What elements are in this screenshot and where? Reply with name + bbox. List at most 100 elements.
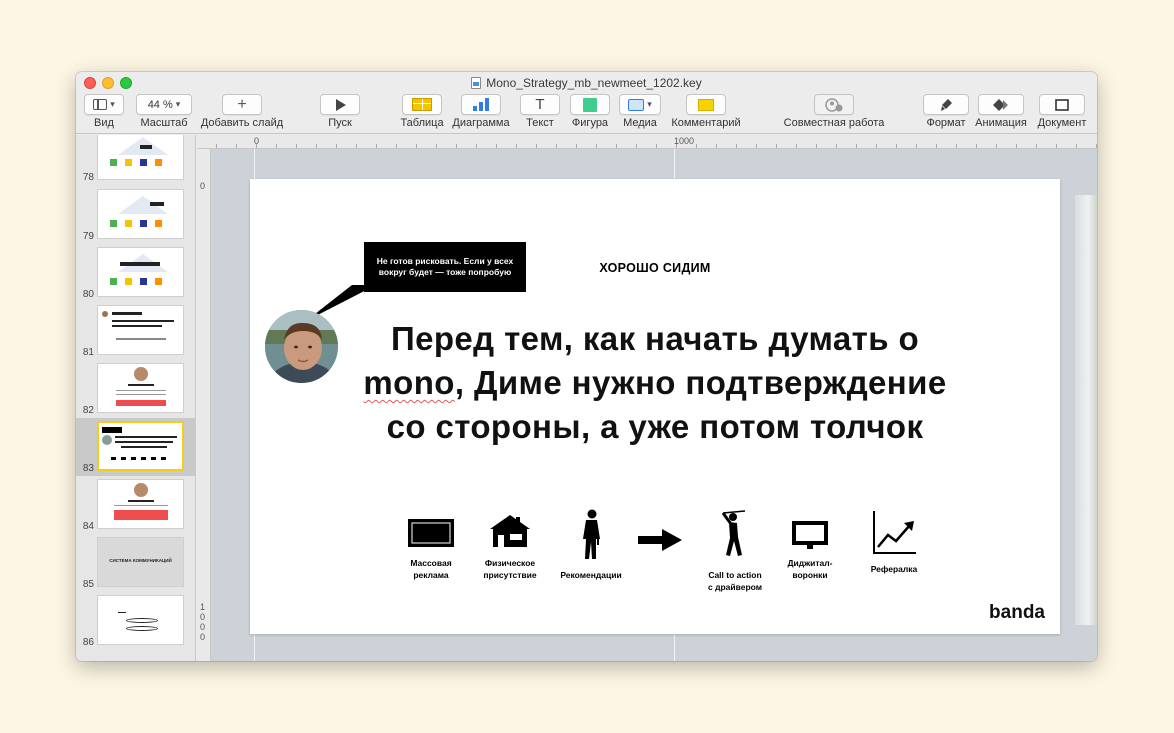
add-slide-button[interactable]: +	[222, 94, 262, 115]
document-title: Mono_Strategy_mb_newmeet_1202.key	[76, 76, 1097, 90]
slide-number: 81	[82, 347, 94, 358]
animate-diamond-icon	[993, 98, 1008, 111]
document-icon	[1055, 98, 1069, 111]
slide-thumbnail[interactable]: СИСТЕМА КОММУНИКАЦИЙ	[97, 537, 184, 587]
channel-label: Массовая	[410, 558, 452, 568]
animate-label: Анимация	[975, 117, 1027, 129]
keynote-document-icon	[471, 77, 482, 89]
play-icon	[335, 98, 346, 111]
horizontal-ruler: 0 1000	[197, 135, 1097, 149]
person-icon	[583, 509, 600, 559]
comment-icon	[698, 98, 714, 111]
table-label: Таблица	[400, 117, 444, 129]
arrow-right-icon	[638, 529, 682, 551]
format-button[interactable]	[923, 94, 969, 115]
sidebar-view-icon	[93, 99, 108, 110]
house-icon	[490, 515, 530, 547]
main-statement: Перед тем, как начать думать о mono, Дим…	[290, 317, 1020, 449]
speech-bubble: Не готов рисковать. Если у всех вокруг б…	[364, 242, 526, 292]
slide-thumbnail-row[interactable]: 80	[76, 244, 195, 302]
slide-thumbnail[interactable]	[97, 363, 184, 413]
table-button[interactable]	[402, 94, 442, 115]
view-button[interactable]: ▾	[84, 94, 124, 115]
slide-navigator[interactable]: 78 79 80 81 82 83 84 СИСТЕМА КОММУНИКАЦИ…	[76, 135, 196, 661]
play-button[interactable]	[320, 94, 360, 115]
slide-thumbnail-row[interactable]: 86	[76, 592, 195, 650]
slide-thumbnail-row[interactable]: СИСТЕМА КОММУНИКАЦИЙ 85	[76, 534, 195, 592]
slide-thumbnail[interactable]	[97, 305, 184, 355]
channel-item: Рефералка	[849, 509, 939, 575]
document-title-text: Mono_Strategy_mb_newmeet_1202.key	[486, 76, 702, 90]
comment-button[interactable]	[686, 94, 726, 115]
channel-label: Рекомендации	[560, 570, 622, 580]
plus-icon: +	[237, 95, 247, 113]
add-slide-label: Добавить слайд	[200, 117, 284, 129]
slide-thumbnail-row[interactable]: 82	[76, 360, 195, 418]
current-slide[interactable]: ХОРОШО СИДИМ Не готов рисковать. Если у …	[250, 179, 1060, 634]
play-label: Пуск	[328, 117, 352, 129]
slide-canvas[interactable]: 0 1000 0 1 0 0 0 ХОРОШО СИДИМ Не готов р…	[197, 135, 1097, 661]
channel-item: Массовая реклама	[386, 509, 476, 581]
channel-item: Диджитал-воронки	[765, 509, 855, 581]
slide-number: 85	[82, 579, 94, 590]
text-button[interactable]: T	[520, 94, 560, 115]
channels-row: Массовая реклама Физическое присутствие Ре…	[250, 509, 1060, 599]
ruler-mark: 1	[200, 602, 206, 612]
main-statement-line: mono, Диме нужно подтверждение	[290, 361, 1020, 405]
banda-logo: banda	[989, 602, 1045, 623]
text-label: Текст	[526, 117, 554, 129]
monitor-icon	[792, 521, 828, 549]
golfer-icon	[721, 510, 746, 556]
zoom-dropdown[interactable]: 44 % ▾	[136, 94, 192, 115]
zoom-value: 44 %	[147, 98, 173, 111]
media-button[interactable]: ▾	[619, 94, 661, 115]
slide-thumbnail-row[interactable]: 79	[76, 186, 195, 244]
text-icon: T	[535, 96, 545, 113]
main-statement-line: Перед тем, как начать думать о	[390, 320, 920, 357]
channel-label: Физическое	[484, 558, 536, 568]
channel-label: Call to action	[708, 570, 762, 580]
shape-icon	[583, 97, 597, 112]
spellcheck-word: mono	[363, 364, 455, 401]
slide-number: 79	[82, 231, 94, 242]
comment-label: Комментарий	[671, 117, 741, 129]
slide-number: 80	[82, 289, 94, 300]
slide-thumbnail[interactable]	[97, 189, 184, 239]
ruler-mark: 0	[200, 181, 206, 191]
slide-thumbnail-row[interactable]: 83	[76, 418, 195, 476]
growth-chart-icon	[873, 511, 916, 554]
chart-button[interactable]	[461, 94, 501, 115]
chevron-down-icon: ▾	[110, 99, 115, 109]
ruler-mark: 0	[200, 632, 206, 642]
offcanvas-image	[1075, 195, 1097, 625]
slide-number: 86	[82, 637, 94, 648]
slide-thumbnail[interactable]	[97, 247, 184, 297]
collaborate-label: Совместная работа	[783, 117, 885, 129]
slide-thumbnail[interactable]	[97, 595, 184, 645]
collaborate-icon	[825, 97, 843, 112]
view-label: Вид	[94, 117, 114, 129]
animate-button[interactable]	[978, 94, 1024, 115]
channel-label: воронки	[792, 570, 828, 580]
toolbar: ▾ Вид 44 % ▾ Масштаб + Добавить слайд Пус…	[76, 94, 1097, 134]
main-statement-line: со стороны, а уже потом толчок	[386, 408, 924, 445]
slide-thumbnail-row[interactable]: 78	[76, 135, 195, 185]
slide-thumbnail[interactable]	[97, 135, 184, 180]
document-label: Документ	[1037, 117, 1087, 129]
collaborate-button[interactable]	[814, 94, 854, 115]
slide-thumbnail-row[interactable]: 84	[76, 476, 195, 534]
shape-button[interactable]	[570, 94, 610, 115]
paintbrush-icon	[941, 98, 952, 111]
channel-label: Рефералка	[870, 564, 918, 574]
chart-icon	[473, 98, 489, 111]
slide-thumbnail-row[interactable]: 81	[76, 302, 195, 360]
slide-thumbnail[interactable]	[97, 479, 184, 529]
title-bar: Mono_Strategy_mb_newmeet_1202.key	[76, 72, 1097, 94]
document-button[interactable]	[1039, 94, 1085, 115]
slide-thumbnail[interactable]	[97, 421, 184, 471]
keynote-window: Mono_Strategy_mb_newmeet_1202.key ▾ Вид …	[76, 72, 1097, 661]
chart-label: Диаграмма	[452, 117, 510, 129]
zoom-label: Масштаб	[140, 117, 188, 129]
shape-label: Фигура	[571, 117, 609, 129]
slide-number: 82	[82, 405, 94, 416]
